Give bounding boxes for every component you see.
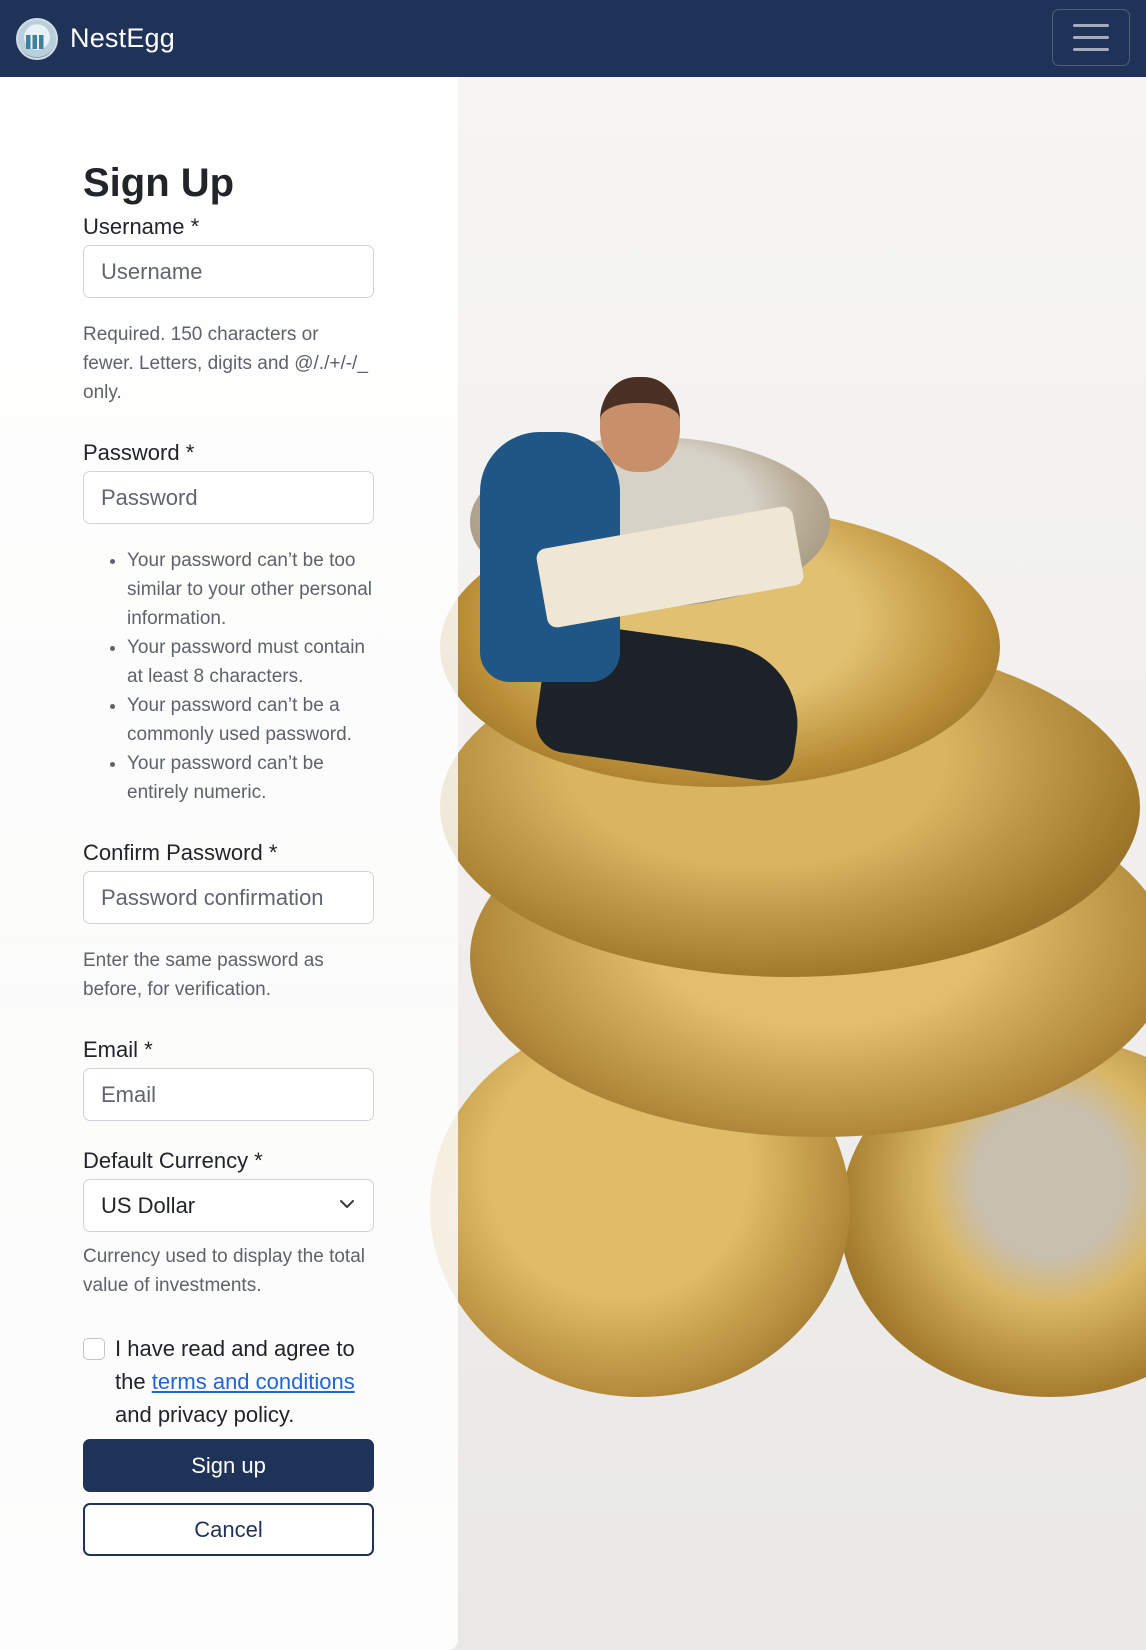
username-help-text: Required. 150 characters or fewer. Lette… (83, 324, 368, 403)
email-label: Email * (83, 1037, 153, 1062)
currency-select[interactable]: US Dollar (83, 1179, 374, 1232)
page-title: Sign Up (83, 161, 235, 205)
terms-suffix-text: and privacy policy. (115, 1402, 295, 1427)
chevron-down-icon (340, 1200, 354, 1208)
confirm-password-input[interactable] (83, 871, 374, 924)
navbar-toggle-button[interactable] (1052, 9, 1130, 66)
nest-egg-logo-icon (16, 17, 58, 60)
password-group: Password * Your password can’t be too si… (83, 439, 374, 807)
brand-name: NestEgg (70, 23, 175, 53)
terms-agreement-text: I have read and agree to the terms and c… (115, 1332, 374, 1431)
currency-group: Default Currency * US Dollar Currency us… (83, 1147, 374, 1300)
cancel-button[interactable]: Cancel (83, 1503, 374, 1556)
password-input[interactable] (83, 471, 374, 524)
signup-form: Sign Up Username * Required. 150 charact… (83, 159, 374, 1556)
terms-agreement: I have read and agree to the terms and c… (83, 1332, 374, 1431)
username-group: Username * Required. 150 characters or f… (83, 213, 374, 407)
currency-help-text: Currency used to display the total value… (83, 1246, 365, 1296)
currency-selected-value: US Dollar (101, 1192, 196, 1218)
terms-link[interactable]: terms and conditions (152, 1369, 355, 1394)
password-label: Password * (83, 440, 195, 465)
password-rule: Your password must contain at least 8 ch… (127, 633, 374, 691)
confirm-password-label: Confirm Password * (83, 840, 278, 865)
email-group: Email * (83, 1036, 374, 1121)
signup-panel: Sign Up Username * Required. 150 charact… (0, 77, 458, 1650)
username-label: Username * (83, 214, 200, 239)
username-input[interactable] (83, 245, 374, 298)
sign-up-button[interactable]: Sign up (83, 1439, 374, 1492)
confirm-password-group: Confirm Password * Enter the same passwo… (83, 839, 374, 1004)
currency-label: Default Currency * (83, 1148, 263, 1173)
password-rule: Your password can’t be too similar to yo… (127, 546, 374, 633)
brand-link[interactable]: NestEgg (16, 17, 175, 60)
hamburger-menu-icon (1073, 36, 1109, 39)
hamburger-menu-icon (1073, 24, 1109, 27)
password-rule: Your password can’t be entirely numeric. (127, 749, 374, 807)
password-rule: Your password can’t be a commonly used p… (127, 691, 374, 749)
password-rules-list: Your password can’t be too similar to yo… (83, 546, 374, 807)
figurine-head (600, 377, 680, 472)
terms-checkbox[interactable] (83, 1338, 105, 1360)
hamburger-menu-icon (1073, 48, 1109, 51)
top-navbar: NestEgg (0, 0, 1146, 77)
email-input[interactable] (83, 1068, 374, 1121)
confirm-password-help-text: Enter the same password as before, for v… (83, 950, 324, 1000)
